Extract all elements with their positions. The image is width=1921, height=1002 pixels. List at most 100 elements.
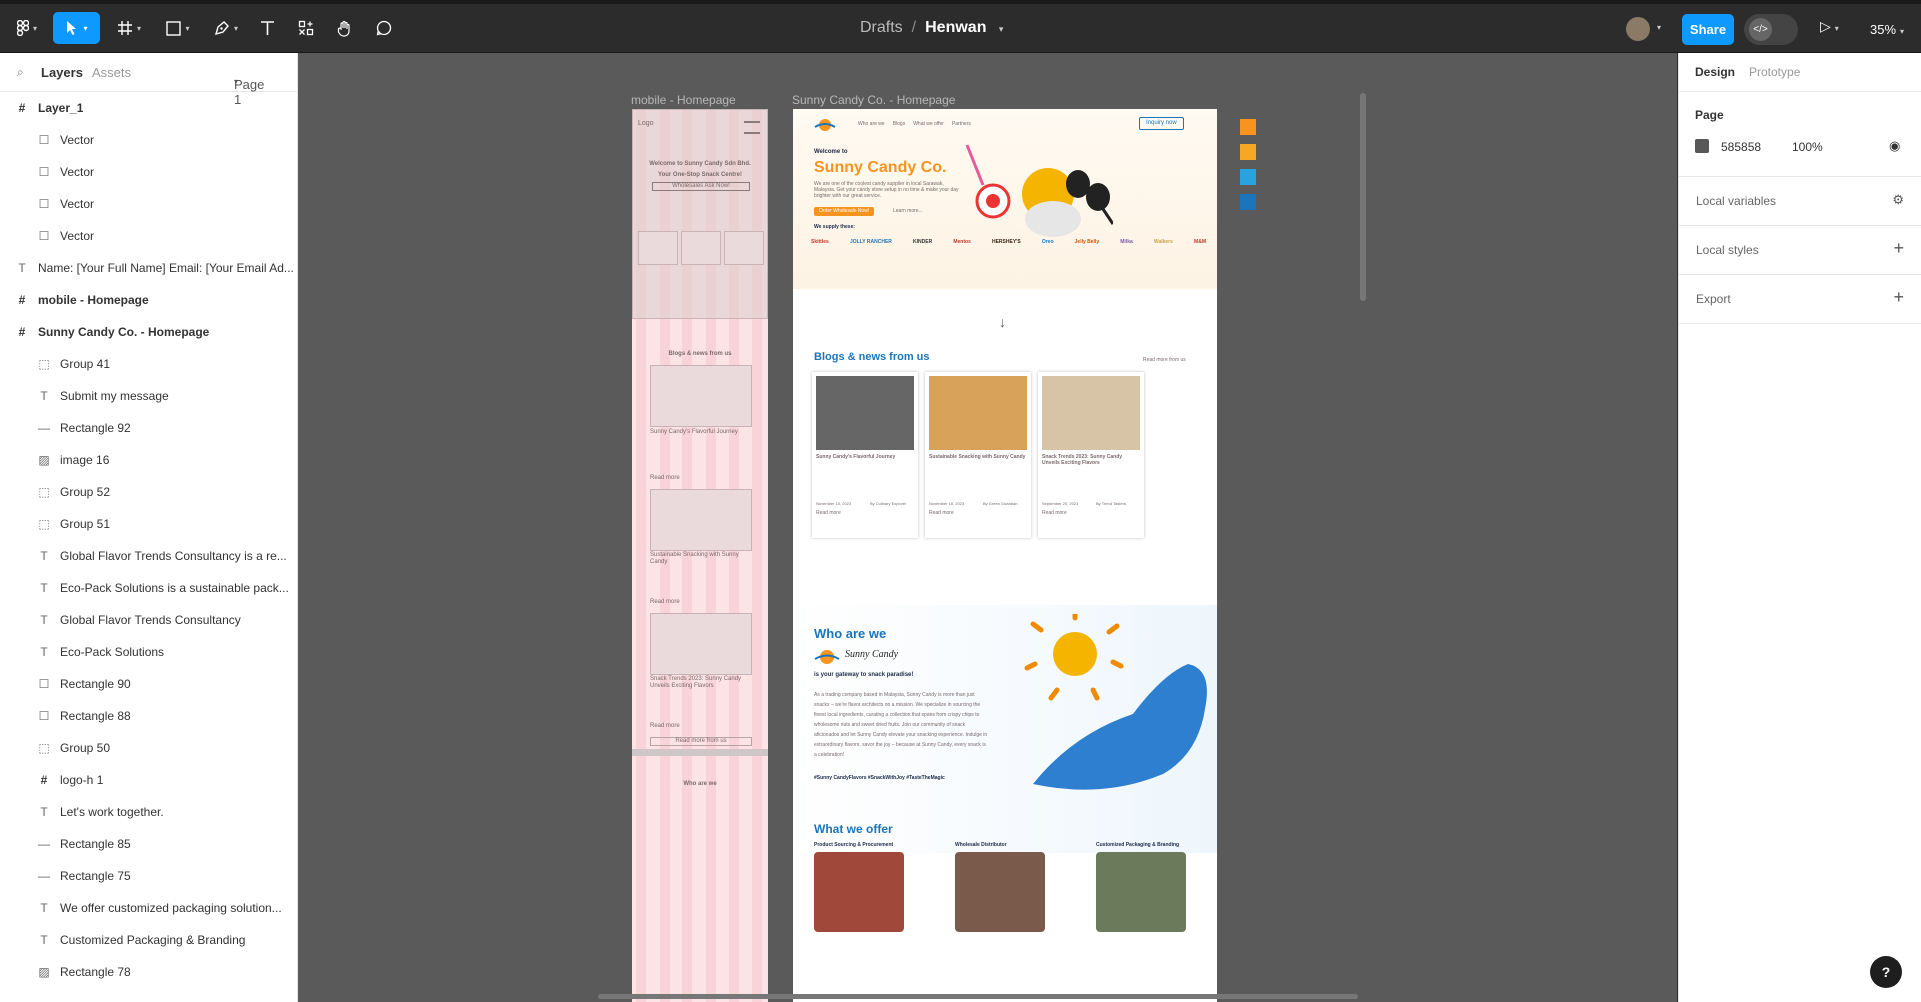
file-name[interactable]: Henwan <box>925 19 986 36</box>
main-menu-button[interactable]: ▾ <box>10 12 44 44</box>
layer-row[interactable]: ☐ Rectangle 88 <box>0 700 297 732</box>
local-variables-section[interactable]: Local variables ⚙ <box>1679 177 1921 226</box>
blog-card[interactable]: Snack Trends 2023: Sunny Candy Unveils E… <box>1038 372 1144 538</box>
layer-row[interactable]: ⬚ Group 41 <box>0 348 297 380</box>
text-tool-button[interactable] <box>253 12 281 44</box>
file-title[interactable]: Drafts / Henwan ▾ <box>860 19 1003 37</box>
breadcrumb-drafts[interactable]: Drafts <box>860 19 903 36</box>
layer-row[interactable]: T Eco-Pack Solutions is a sustainable pac… <box>0 572 297 604</box>
tab-prototype[interactable]: Prototype <box>1749 65 1800 79</box>
frame-tool-button[interactable]: ▾ <box>110 12 148 44</box>
nav-link[interactable]: Who are we <box>858 121 885 128</box>
mobile-read-more[interactable]: Read more <box>650 475 680 482</box>
eye-icon[interactable]: ◉ <box>1889 138 1900 154</box>
tab-assets[interactable]: Assets <box>92 65 131 80</box>
hamburger-icon[interactable] <box>744 121 760 134</box>
layer-row[interactable]: ▨ image 16 <box>0 444 297 476</box>
export-section[interactable]: Export + <box>1679 275 1921 324</box>
layer-row[interactable]: ☐ Vector <box>0 188 297 220</box>
mobile-homepage-frame[interactable]: Logo Welcome to Sunny Candy Sdn Bhd. You… <box>632 109 768 1002</box>
hand-tool-button[interactable] <box>331 12 359 44</box>
present-button[interactable]: ▷ ▾ <box>1820 18 1839 35</box>
variables-icon[interactable]: ⚙ <box>1892 192 1904 208</box>
layer-row[interactable]: # mobile - Homepage <box>0 284 297 316</box>
add-export-icon[interactable]: + <box>1893 287 1904 308</box>
tab-layers[interactable]: Layers <box>41 65 83 80</box>
blog-card[interactable]: Sunny Candy's Flavorful Journey November… <box>812 372 918 538</box>
page-color-swatch[interactable] <box>1695 139 1709 153</box>
read-more-all-link[interactable]: Read more from us <box>1143 357 1186 364</box>
resources-tool-button[interactable] <box>292 12 320 44</box>
layer-row[interactable]: ⬚ Group 50 <box>0 732 297 764</box>
zoom-select[interactable]: 35% ▾ <box>1870 22 1904 37</box>
layer-row[interactable]: — Rectangle 75 <box>0 860 297 892</box>
add-style-icon[interactable]: + <box>1893 238 1904 259</box>
blog-card-read-more[interactable]: Read more <box>816 510 841 517</box>
mobile-frame-label[interactable]: mobile - Homepage <box>631 93 736 107</box>
layer-row[interactable]: # Layer_1 <box>0 92 297 124</box>
mobile-blog-image <box>650 365 752 427</box>
layer-row[interactable]: T Global Flavor Trends Consultancy is a r… <box>0 540 297 572</box>
vertical-scrollbar[interactable] <box>1360 93 1366 301</box>
avatar[interactable] <box>1626 17 1650 41</box>
layer-row[interactable]: T Global Flavor Trends Consultancy <box>0 604 297 636</box>
search-icon[interactable]: ⌕ <box>17 65 24 80</box>
layer-row[interactable]: — Rectangle 92 <box>0 412 297 444</box>
arrow-down-icon[interactable]: ↓ <box>999 314 1006 330</box>
layer-row[interactable]: T Name: [Your Full Name] Email: [Your Ema… <box>0 252 297 284</box>
nav-link[interactable]: What we offer <box>913 121 944 128</box>
mobile-read-more[interactable]: Read more <box>650 723 680 730</box>
color-swatch[interactable] <box>1240 169 1256 185</box>
nav-link[interactable]: Blogs <box>893 121 906 128</box>
layer-row[interactable]: ☐ Vector <box>0 124 297 156</box>
move-tool-button[interactable]: ▾ <box>53 12 100 44</box>
layer-row[interactable]: ⬚ Group 51 <box>0 508 297 540</box>
color-swatch[interactable] <box>1240 119 1256 135</box>
desktop-frame-label[interactable]: Sunny Candy Co. - Homepage <box>792 93 955 107</box>
canvas[interactable]: mobile - Homepage Sunny Candy Co. - Home… <box>298 53 1677 1002</box>
inquiry-now-button[interactable]: Inquiry now <box>1139 117 1184 130</box>
tab-design[interactable]: Design <box>1695 65 1735 79</box>
layer-row[interactable]: T Customized Packaging & Branding <box>0 924 297 956</box>
layer-row[interactable]: T Submit my message <box>0 380 297 412</box>
dev-mode-toggle[interactable]: </> <box>1744 14 1798 45</box>
mobile-read-more[interactable]: Read more <box>650 599 680 606</box>
layer-row[interactable]: T Eco-Pack Solutions <box>0 636 297 668</box>
blog-card-read-more[interactable]: Read more <box>1042 510 1067 517</box>
horizontal-scrollbar[interactable] <box>598 994 1358 999</box>
order-wholesale-button[interactable]: Order Wholesale Now! <box>814 207 875 216</box>
layer-row[interactable]: ☐ Rectangle 90 <box>0 668 297 700</box>
mobile-hero-button[interactable]: Wholesales Ask Now! <box>652 182 750 191</box>
mobile-read-more-all[interactable]: Read more from us <box>650 737 752 746</box>
pen-tool-button[interactable]: ▾ <box>207 12 245 44</box>
desktop-homepage-frame[interactable]: Who are we Blogs What we offer Partners Inq… <box>793 109 1217 1002</box>
nav-link[interactable]: Partners <box>952 121 971 128</box>
help-button[interactable]: ? <box>1870 956 1902 988</box>
share-button[interactable]: Share <box>1682 14 1734 45</box>
color-swatch[interactable] <box>1240 194 1256 210</box>
local-styles-section[interactable]: Local styles + <box>1679 226 1921 275</box>
layer-row[interactable]: — Rectangle 85 <box>0 828 297 860</box>
layer-row[interactable]: ⬚ Group 52 <box>0 476 297 508</box>
learn-more-link[interactable]: Learn more... <box>893 208 923 215</box>
mobile-blog-image <box>650 613 752 675</box>
color-swatch[interactable] <box>1240 144 1256 160</box>
blog-card-read-more[interactable]: Read more <box>929 510 954 517</box>
layer-row[interactable]: # Sunny Candy Co. - Homepage <box>0 316 297 348</box>
page-color-value[interactable]: 585858 <box>1721 140 1761 154</box>
layer-row[interactable]: T Let's work together. <box>0 796 297 828</box>
layer-row[interactable]: ▨ Rectangle 78 <box>0 956 297 988</box>
comment-tool-button[interactable] <box>370 12 398 44</box>
offer-card[interactable]: Wholesale Distributor <box>955 842 1065 932</box>
offer-card[interactable]: Customized Packaging & Branding <box>1096 842 1206 932</box>
zoom-value: 35% <box>1870 22 1897 37</box>
page-opacity-value[interactable]: 100% <box>1792 140 1823 154</box>
offer-card[interactable]: Product Sourcing & Procurement <box>814 842 924 932</box>
layer-row[interactable]: T We offer customized packaging solution.… <box>0 892 297 924</box>
layer-row[interactable]: ☐ Vector <box>0 220 297 252</box>
blog-card[interactable]: Sustainable Snacking with Sunny Candy No… <box>925 372 1031 538</box>
layer-row[interactable]: ☐ Vector <box>0 156 297 188</box>
shape-tool-button[interactable]: ▾ <box>160 12 196 44</box>
layer-row[interactable]: # logo-h 1 <box>0 764 297 796</box>
group-icon: ⬚ <box>38 741 50 755</box>
